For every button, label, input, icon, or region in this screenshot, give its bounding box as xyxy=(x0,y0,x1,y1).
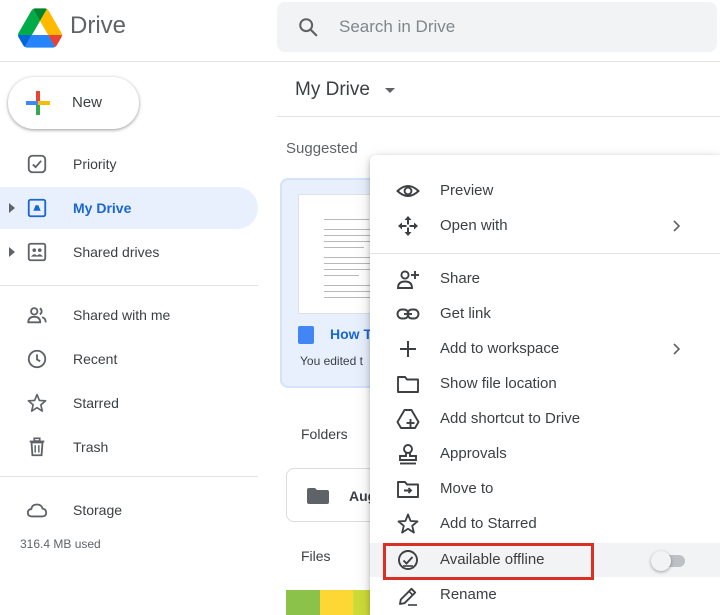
person-add-icon xyxy=(397,270,419,289)
menu-item-label: Get link xyxy=(440,305,491,322)
menu-item-label: Rename xyxy=(440,586,497,603)
sidebar-item-trash[interactable]: Trash xyxy=(0,426,258,468)
sidebar-item-storage[interactable]: Storage xyxy=(0,489,258,531)
sidebar-item-shared-drives[interactable]: Shared drives xyxy=(0,231,258,273)
highlight-annotation-box xyxy=(383,543,594,580)
menu-item-share[interactable]: Share xyxy=(370,262,720,296)
sidebar-item-label: Recent xyxy=(73,351,118,367)
chevron-right-icon xyxy=(673,220,681,232)
shared-drives-icon xyxy=(27,242,47,262)
menu-item-preview[interactable]: Preview xyxy=(370,174,720,208)
star-icon xyxy=(27,393,47,412)
cloud-icon xyxy=(26,503,48,518)
sidebar-item-label: Storage xyxy=(73,502,123,518)
page-title[interactable]: My Drive xyxy=(295,79,370,101)
new-button-label: New xyxy=(72,94,103,111)
available-offline-toggle[interactable] xyxy=(651,551,687,571)
sidebar-item-label: Priority xyxy=(73,156,117,172)
menu-item-label: Move to xyxy=(440,480,494,497)
pencil-icon xyxy=(399,587,417,606)
menu-item-move-to[interactable]: Move to xyxy=(370,472,720,506)
menu-item-label: Add shortcut to Drive xyxy=(440,410,581,427)
menu-item-label: Show file location xyxy=(440,375,557,392)
main-divider xyxy=(277,116,720,117)
search-input[interactable] xyxy=(339,15,699,39)
folder-icon xyxy=(307,488,329,504)
menu-item-label: Share xyxy=(440,270,481,287)
clock-icon xyxy=(27,349,47,369)
link-icon xyxy=(396,308,420,320)
sidebar-item-label: Shared with me xyxy=(73,307,171,323)
menu-item-add-to-workspace[interactable]: Add to workspace xyxy=(370,332,720,366)
suggested-heading: Suggested xyxy=(286,140,358,157)
menu-item-open-with[interactable]: Open with xyxy=(370,209,720,243)
drive-logo-icon[interactable] xyxy=(18,8,62,48)
menu-item-add-shortcut[interactable]: Add shortcut to Drive xyxy=(370,402,720,436)
menu-item-label: Open with xyxy=(440,217,508,234)
suggested-file-subtitle: You edited t xyxy=(300,354,363,368)
plus-icon xyxy=(400,341,416,357)
trash-icon xyxy=(29,437,45,457)
new-button[interactable]: New xyxy=(8,77,139,129)
menu-item-get-link[interactable]: Get link xyxy=(370,297,720,331)
caret-down-icon[interactable] xyxy=(385,88,395,93)
priority-check-icon xyxy=(27,154,47,174)
menu-item-label: Add to Starred xyxy=(440,515,537,532)
menu-item-approvals[interactable]: Approvals xyxy=(370,437,720,471)
eye-icon xyxy=(396,185,420,197)
sidebar-item-shared-with-me[interactable]: Shared with me xyxy=(0,294,258,336)
stamp-icon xyxy=(399,444,417,465)
my-drive-icon xyxy=(27,198,47,218)
menu-item-label: Approvals xyxy=(440,445,507,462)
menu-item-add-to-starred[interactable]: Add to Starred xyxy=(370,507,720,541)
search-bar[interactable] xyxy=(277,2,717,52)
toggle-knob xyxy=(651,551,671,571)
expand-arrow-icon[interactable] xyxy=(9,247,15,257)
menu-item-label: Add to workspace xyxy=(440,340,560,357)
sidebar-item-priority[interactable]: Priority xyxy=(0,143,258,185)
folder-move-icon xyxy=(397,481,419,498)
sidebar-item-starred[interactable]: Starred xyxy=(0,382,258,424)
star-icon xyxy=(397,513,419,534)
menu-item-label: Preview xyxy=(440,182,494,199)
files-heading: Files xyxy=(301,548,331,564)
move-arrows-icon xyxy=(398,216,418,236)
top-bar: Drive xyxy=(0,0,720,62)
sidebar-item-label: Shared drives xyxy=(73,244,160,260)
folder-outline-icon xyxy=(397,376,419,393)
sidebar-item-recent[interactable]: Recent xyxy=(0,338,258,380)
menu-item-show-file-location[interactable]: Show file location xyxy=(370,367,720,401)
chevron-right-icon xyxy=(673,343,681,355)
suggested-file-name: How T xyxy=(330,326,372,342)
app-name: Drive xyxy=(70,12,127,39)
sidebar-item-label: Starred xyxy=(73,395,119,411)
drive-shortcut-icon xyxy=(396,409,420,429)
search-icon[interactable] xyxy=(297,16,319,38)
storage-used-text: 316.4 MB used xyxy=(20,537,101,551)
plus-icon xyxy=(26,91,50,115)
people-icon xyxy=(27,307,47,324)
sidebar-divider xyxy=(0,476,258,477)
sidebar-divider xyxy=(0,285,258,286)
expand-arrow-icon[interactable] xyxy=(9,203,15,213)
sidebar-item-label: Trash xyxy=(73,439,109,455)
folders-heading: Folders xyxy=(301,426,348,442)
sidebar-item-label: My Drive xyxy=(73,200,132,216)
google-docs-icon xyxy=(298,326,314,344)
sidebar-item-my-drive[interactable]: My Drive xyxy=(0,187,258,229)
menu-item-rename[interactable]: Rename xyxy=(370,578,720,612)
menu-divider xyxy=(370,253,720,254)
